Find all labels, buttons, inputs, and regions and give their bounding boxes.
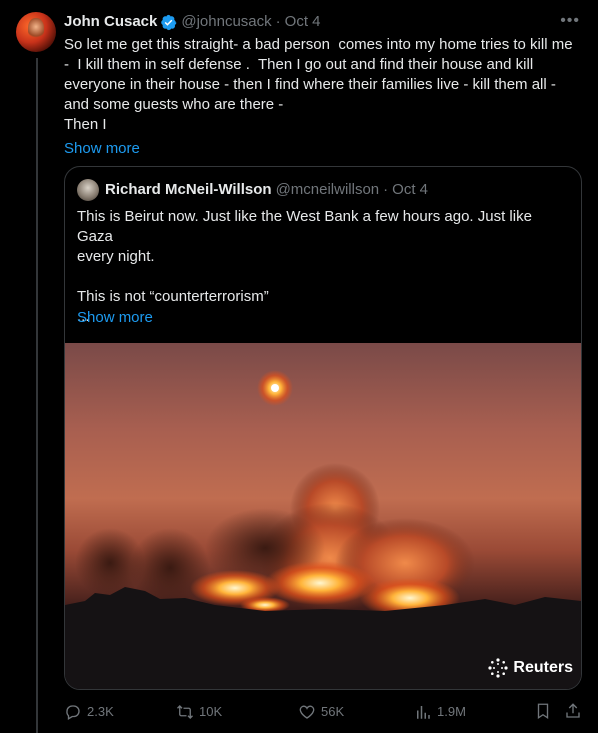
like-count: 56K [321,704,345,719]
quote-image[interactable]: Reuters [65,343,581,689]
author-handle[interactable]: @johncusack [181,12,271,32]
more-icon[interactable]: ••• [560,12,580,30]
tweet-date[interactable]: Oct 4 [285,12,321,32]
quote-author-avatar [77,179,99,201]
quote-date: Oct 4 [392,181,429,198]
tweet-header: John Cusack @johncusack · Oct 4 [64,12,582,32]
like-icon [299,705,315,719]
reply-icon [66,705,80,720]
author-avatar[interactable] [16,12,56,52]
thread-line [36,58,38,733]
reply-count: 2.3K [87,704,114,719]
explosion-scene [65,370,581,689]
reply-button[interactable]: 2.3K [64,702,114,722]
quote-header: Richard McNeil-Willson @mcneilwillson · … [77,179,428,201]
tweet: John Cusack @johncusack · Oct 4 ••• So l… [64,12,582,159]
repost-button[interactable]: 10K [176,702,222,722]
separator-dot: · [275,13,281,30]
repost-count: 10K [199,704,223,719]
quote-show-more-link[interactable]: Show more [77,308,153,328]
repost-icon [177,705,193,719]
views-icon [417,706,430,719]
bookmark-button[interactable] [534,702,557,720]
show-more-link[interactable]: Show more [64,139,582,159]
reuters-label: Reuters [513,659,573,676]
reuters-logo-icon [488,658,509,678]
reuters-watermark: Reuters [487,657,573,679]
like-button[interactable]: 56K [298,702,344,722]
share-button[interactable] [564,702,587,720]
views-count: 1.9M [437,704,466,719]
tweet-text: So let me get this straight- a bad perso… [64,36,573,133]
quote-author-name: Richard McNeil-Willson [105,181,272,198]
author-name[interactable]: John Cusack [64,12,157,32]
bookmark-icon [537,703,549,720]
views-button[interactable]: 1.9M [414,702,466,722]
quoted-tweet[interactable]: Richard McNeil-Willson @mcneilwillson · … [64,166,582,690]
separator-dot: · [383,181,389,198]
share-icon [566,703,580,718]
quote-author-handle: @mcneilwillson [275,181,380,198]
verified-badge-icon [161,14,177,30]
action-bar: 2.3K 10K 56K 1.9M [64,702,584,722]
